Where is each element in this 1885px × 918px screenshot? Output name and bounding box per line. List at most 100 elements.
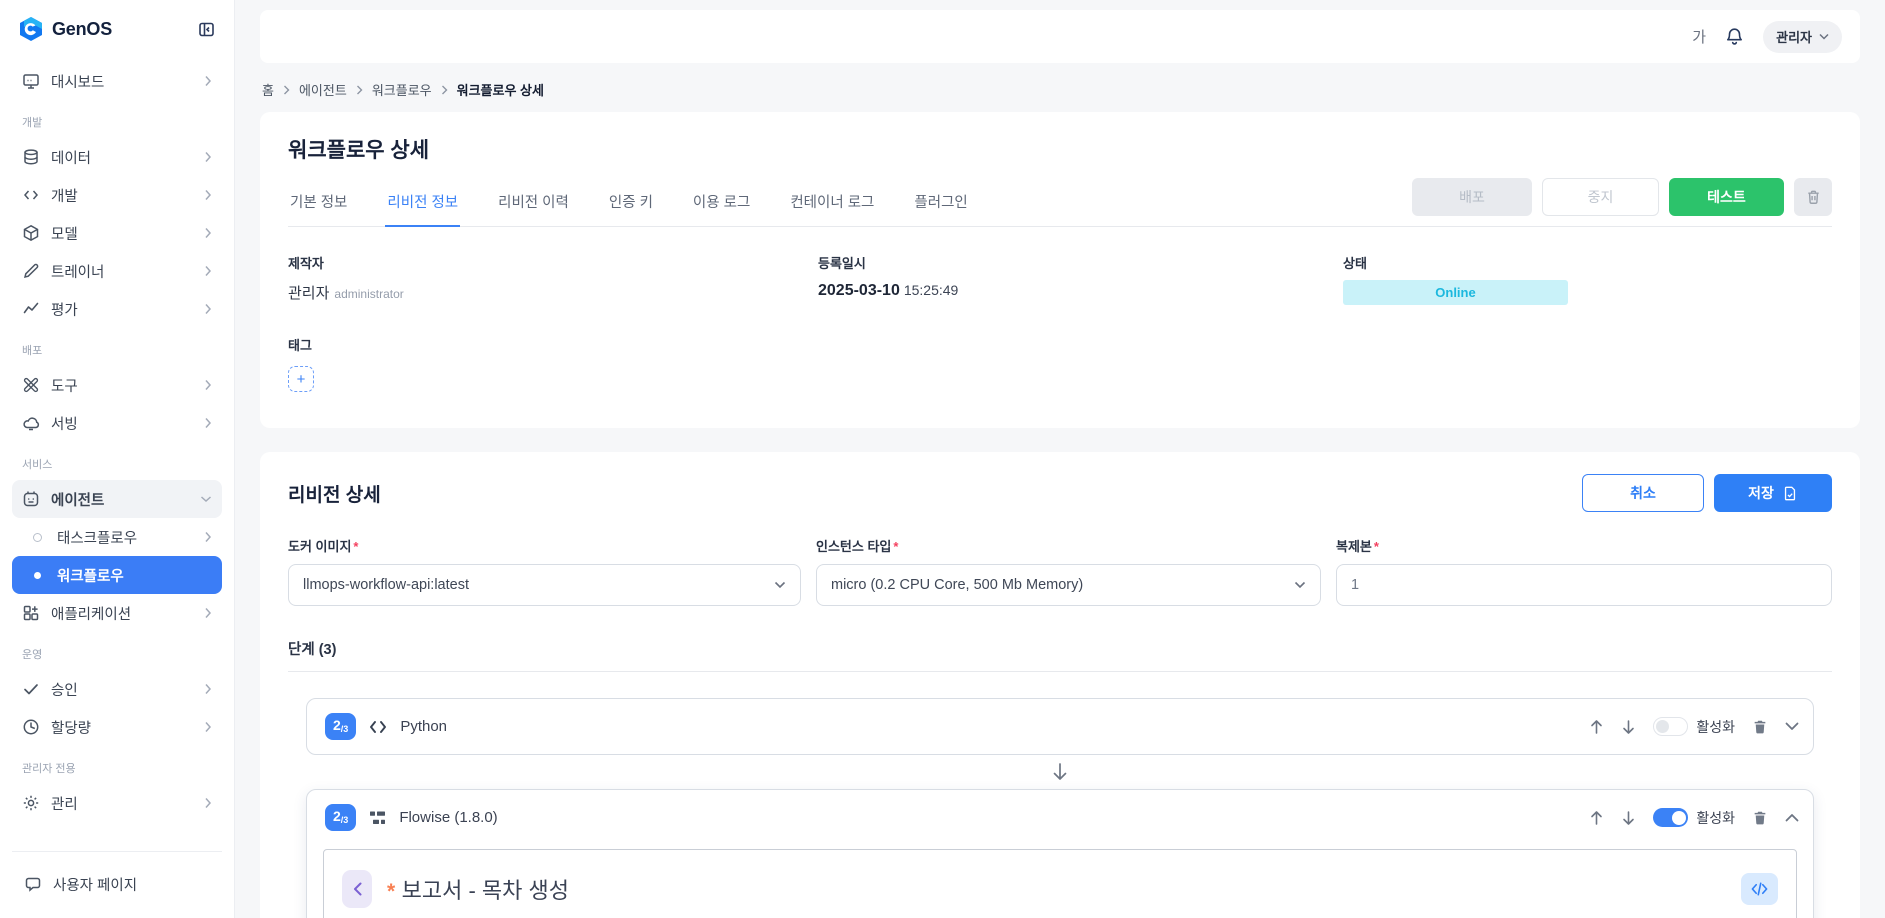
trash-icon[interactable] <box>1752 718 1768 735</box>
trash-icon[interactable] <box>1752 809 1768 826</box>
sidebar-item-quota[interactable]: 할당량 <box>12 708 222 746</box>
enable-toggle[interactable] <box>1653 808 1688 827</box>
collapse-chevron-icon[interactable] <box>1785 813 1799 822</box>
sidebar-item-application[interactable]: 애플리케이션 <box>12 594 222 632</box>
font-size-toggle[interactable]: 가 <box>1692 26 1706 47</box>
required-mark: * <box>353 539 358 554</box>
chevron-right-icon <box>356 85 363 95</box>
chevron-right-icon <box>204 531 212 543</box>
chevron-right-icon <box>204 797 212 809</box>
move-up-icon[interactable] <box>1589 810 1604 826</box>
tab-basic-info[interactable]: 기본 정보 <box>288 176 349 227</box>
sidebar-item-model[interactable]: 모델 <box>12 214 222 252</box>
sidebar-item-eval[interactable]: 평가 <box>12 290 222 328</box>
add-tag-button[interactable]: + <box>288 366 314 392</box>
tab-container-log[interactable]: 컨테이너 로그 <box>788 176 876 227</box>
sidebar-section-ops: 운영 <box>12 632 222 670</box>
database-icon <box>22 148 40 166</box>
sidebar-item-serving[interactable]: 서빙 <box>12 404 222 442</box>
breadcrumb: 홈 에이전트 워크플로우 워크플로우 상세 <box>262 80 1858 99</box>
stop-button[interactable]: 중지 <box>1542 178 1659 216</box>
sidebar-section-service: 서비스 <box>12 442 222 480</box>
delete-button[interactable] <box>1794 178 1832 216</box>
revision-fields: 도커 이미지* llmops-workflow-api:latest 인스턴스 … <box>288 536 1832 606</box>
sidebar-item-tools[interactable]: 도구 <box>12 366 222 404</box>
app-logo[interactable]: GenOS <box>18 16 112 42</box>
code-icon <box>369 719 387 735</box>
code-view-button[interactable] <box>1741 873 1778 905</box>
revision-title: 리비전 상세 <box>288 480 381 507</box>
test-button[interactable]: 테스트 <box>1669 178 1784 216</box>
sidebar-item-label: 개발 <box>51 185 78 206</box>
enable-toggle[interactable] <box>1653 717 1688 736</box>
quota-pie-icon <box>22 718 40 736</box>
chevron-down-icon <box>1294 581 1306 589</box>
chevron-right-icon <box>204 151 212 163</box>
tab-bar: 기본 정보 리비전 정보 리비전 이력 인증 키 이용 로그 컨테이너 로그 플… <box>288 176 970 226</box>
sidebar-item-label: 관리 <box>51 793 78 814</box>
sidebar-item-label: 사용자 페이지 <box>53 874 137 895</box>
instance-type-select[interactable]: micro (0.2 CPU Core, 500 Mb Memory) <box>816 564 1321 606</box>
tab-usage-log[interactable]: 이용 로그 <box>691 176 752 227</box>
sidebar-item-approval[interactable]: 승인 <box>12 670 222 708</box>
sidebar-item-label: 에이전트 <box>51 489 104 510</box>
chevron-right-icon <box>204 227 212 239</box>
expand-chevron-icon[interactable] <box>1785 722 1799 731</box>
move-up-icon[interactable] <box>1589 719 1604 735</box>
sidebar-item-admin[interactable]: 관리 <box>12 784 222 822</box>
enable-toggle-label: 활성화 <box>1696 717 1735 737</box>
sidebar-section-deploy: 배포 <box>12 328 222 366</box>
tab-auth-key[interactable]: 인증 키 <box>607 176 655 227</box>
step-name: Python <box>400 718 447 735</box>
sidebar-item-label: 태스크플로우 <box>57 527 137 548</box>
step-card-python: 2/3 Python 활성화 <box>306 698 1814 755</box>
breadcrumb-home[interactable]: 홈 <box>262 80 274 99</box>
docker-image-select[interactable]: llmops-workflow-api:latest <box>288 564 801 606</box>
chevron-right-icon <box>204 417 212 429</box>
prev-chevron-button[interactable] <box>342 870 372 908</box>
genos-logo-icon <box>18 16 44 42</box>
sidebar-item-dashboard[interactable]: 대시보드 <box>12 62 222 100</box>
sidebar-item-label: 할당량 <box>51 717 91 738</box>
sidebar-item-workflow[interactable]: 워크플로우 <box>12 556 222 594</box>
enable-toggle-label: 활성화 <box>1696 808 1735 828</box>
move-down-icon[interactable] <box>1621 810 1636 826</box>
sidebar-item-user-page[interactable]: 사용자 페이지 <box>22 865 212 903</box>
cancel-button[interactable]: 취소 <box>1582 474 1704 512</box>
sidebar-item-develop[interactable]: 개발 <box>12 176 222 214</box>
user-menu[interactable]: 관리자 <box>1763 21 1842 53</box>
trash-icon <box>1805 188 1822 206</box>
replicas-label: 복제본 <box>1336 539 1372 554</box>
sidebar-item-data[interactable]: 데이터 <box>12 138 222 176</box>
move-down-icon[interactable] <box>1621 719 1636 735</box>
breadcrumb-agent[interactable]: 에이전트 <box>299 80 347 99</box>
tab-plugin[interactable]: 플러그인 <box>912 176 969 227</box>
deploy-button[interactable]: 배포 <box>1412 178 1532 216</box>
tab-revision-history[interactable]: 리비전 이력 <box>496 176 571 227</box>
gear-icon <box>22 794 40 812</box>
workflow-detail-card: 워크플로우 상세 기본 정보 리비전 정보 리비전 이력 인증 키 이용 로그 … <box>260 112 1860 428</box>
breadcrumb-workflow[interactable]: 워크플로우 <box>372 80 432 99</box>
sidebar-collapse-icon[interactable] <box>197 20 216 39</box>
code-icon <box>22 186 40 204</box>
creator-label: 제작자 <box>288 253 818 272</box>
notifications-bell-icon[interactable] <box>1724 26 1745 48</box>
sidebar-item-trainer[interactable]: 트레이너 <box>12 252 222 290</box>
replicas-input[interactable] <box>1351 577 1817 593</box>
docker-image-value: llmops-workflow-api:latest <box>303 577 469 593</box>
docker-image-label: 도커 이미지 <box>288 539 351 554</box>
tab-revision-info[interactable]: 리비전 정보 <box>385 176 460 227</box>
status-badge: Online <box>1343 280 1568 305</box>
chevron-right-icon <box>204 189 212 201</box>
creator-name: 관리자 <box>288 285 329 302</box>
step-card-flowise: 2/3 Flowise (1.8.0) 활성화 <box>306 789 1814 918</box>
sidebar-item-taskflow[interactable]: 태스크플로우 <box>12 518 222 556</box>
sidebar-item-label: 승인 <box>51 679 78 700</box>
sidebar-item-label: 대시보드 <box>51 71 104 92</box>
save-button[interactable]: 저장 <box>1714 474 1832 512</box>
cloud-icon <box>22 414 40 432</box>
sidebar-item-agent[interactable]: 에이전트 <box>12 480 222 518</box>
flowise-step-content: * 보고서 - 목차 생성 <box>323 849 1797 918</box>
chevron-right-icon <box>441 85 448 95</box>
user-menu-label: 관리자 <box>1776 27 1812 46</box>
